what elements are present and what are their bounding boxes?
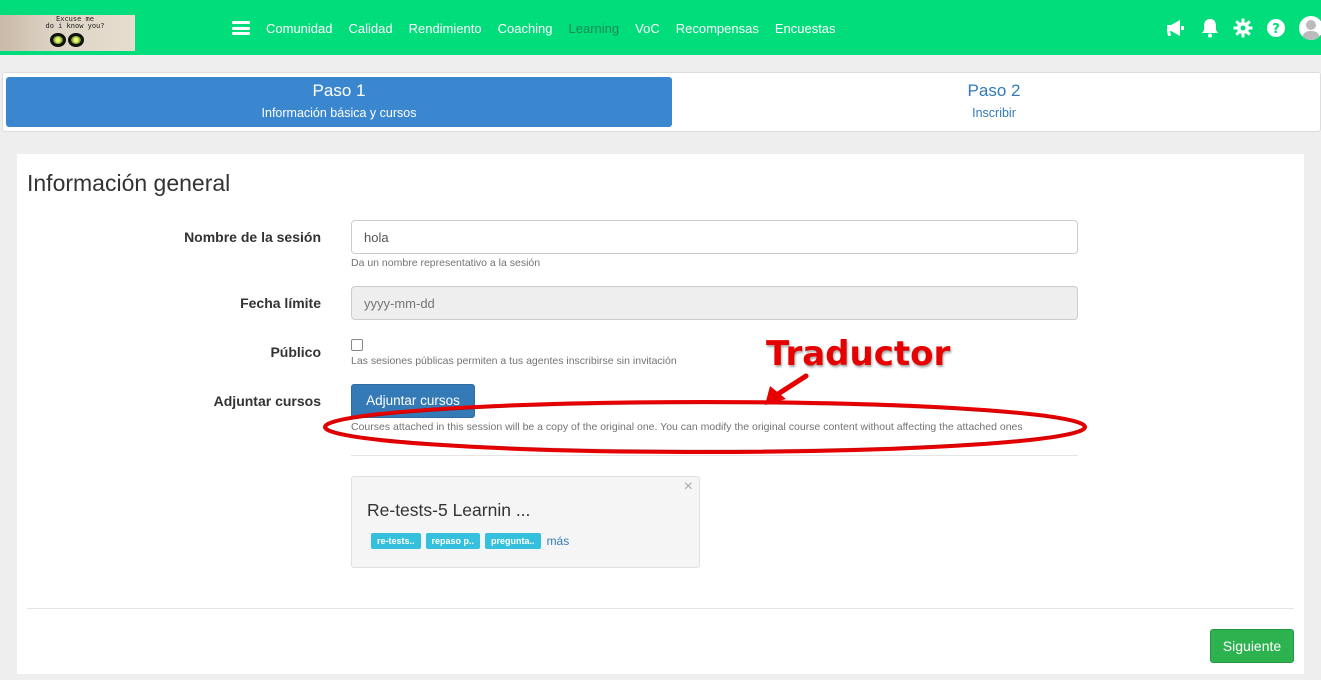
close-icon[interactable]: × [684,478,693,496]
company-logo[interactable]: Excuse me do i know you? [0,15,135,51]
course-tag: re-tests.. [371,533,421,549]
nav-calidad[interactable]: Calidad [349,21,393,36]
deadline-input[interactable] [351,286,1078,320]
step-1-title: Paso 1 [312,81,366,100]
nav-comunidad[interactable]: Comunidad [266,21,333,36]
attach-courses-help: Courses attached in this session will be… [351,421,1023,433]
session-name-input[interactable] [351,220,1078,254]
help-icon[interactable]: ? [1266,18,1286,38]
megaphone-icon[interactable] [1165,18,1187,38]
course-tag: repaso p.. [425,533,481,549]
nav-learning[interactable]: Learning [569,21,620,36]
more-tags-link[interactable]: más [547,534,570,548]
footer-divider [27,608,1294,609]
nav-recompensas[interactable]: Recompensas [676,21,759,36]
session-name-help: Da un nombre representativo a la sesión [351,257,541,269]
step-2-subtitle: Inscribir [972,106,1016,120]
course-card: Re-tests-5 Learnin ... × re-tests.. repa… [351,476,700,568]
public-checkbox[interactable] [351,339,363,351]
main-nav: Comunidad Calidad Rendimiento Coaching L… [266,21,836,36]
user-icon [1302,20,1320,40]
divider [351,455,1078,456]
glasses-right-icon [68,33,84,47]
annotation-label: Traductor [766,334,951,374]
header-icons: ? [1165,16,1321,40]
nav-rendimiento[interactable]: Rendimiento [409,21,482,36]
attach-courses-button[interactable]: Adjuntar cursos [351,384,475,418]
public-help: Las sesiones públicas permiten a tus age… [351,355,677,367]
step-1-subtitle: Información básica y cursos [261,106,417,120]
hamburger-menu-icon[interactable] [232,21,250,35]
nav-voc[interactable]: VoC [635,21,660,36]
avatar[interactable] [1299,16,1321,40]
top-navbar: Excuse me do i know you? Comunidad Calid… [0,0,1321,55]
course-title: Re-tests-5 Learnin ... [367,500,531,520]
step-2[interactable]: Paso 2 Inscribir [673,77,1315,127]
gear-icon[interactable] [1233,18,1253,38]
page-title: Información general [27,170,231,196]
deadline-label: Fecha límite [240,295,321,311]
public-label: Público [270,344,321,360]
wizard-stepper: Paso 1 Información básica y cursos Paso … [2,72,1321,132]
nav-coaching[interactable]: Coaching [498,21,553,36]
course-tag: pregunta.. [485,533,541,549]
session-name-label: Nombre de la sesión [184,229,321,245]
step-1[interactable]: Paso 1 Información básica y cursos [6,77,672,127]
logo-line2: do i know you? [45,22,105,30]
nav-encuestas[interactable]: Encuestas [775,21,836,36]
attach-courses-label: Adjuntar cursos [213,393,321,409]
course-tags: re-tests.. repaso p.. pregunta.. más [371,533,569,549]
bell-icon[interactable] [1200,18,1220,38]
step-2-title: Paso 2 [967,81,1021,100]
next-button[interactable]: Siguiente [1210,629,1294,663]
glasses-left-icon [50,33,66,47]
general-info-panel: Información general Nombre de la sesión … [17,154,1304,674]
svg-text:?: ? [1272,22,1280,37]
